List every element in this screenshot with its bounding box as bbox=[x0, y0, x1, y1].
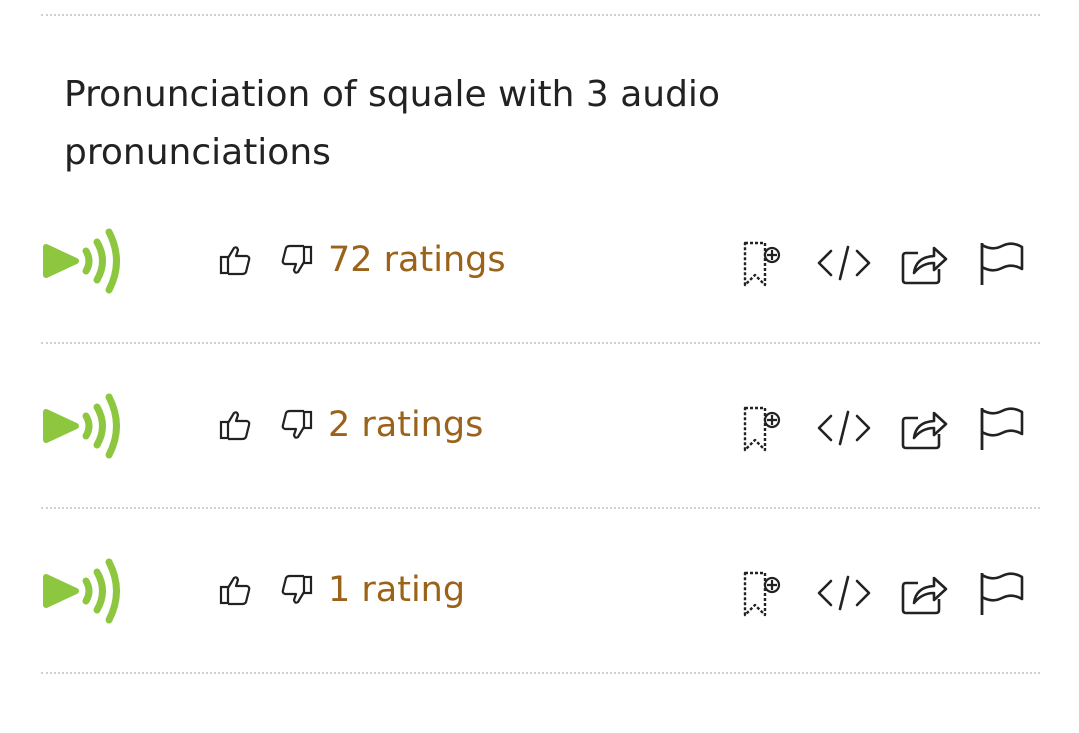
page-title: Pronunciation of squale with 3 audio pro… bbox=[64, 74, 720, 173]
flag-icon[interactable] bbox=[976, 569, 1024, 617]
top-divider bbox=[41, 14, 1040, 16]
bookmark-add-icon[interactable] bbox=[740, 239, 788, 287]
ratings-count: 1 rating bbox=[328, 570, 466, 610]
pronunciation-row: 1 rating bbox=[0, 546, 1079, 636]
thumbs-down-icon[interactable] bbox=[280, 408, 314, 442]
ratings-count: 72 ratings bbox=[328, 240, 506, 280]
bookmark-add-icon[interactable] bbox=[740, 569, 788, 617]
share-icon[interactable] bbox=[900, 569, 948, 617]
embed-code-icon[interactable] bbox=[817, 239, 871, 287]
share-icon[interactable] bbox=[900, 239, 948, 287]
play-audio-icon[interactable] bbox=[42, 554, 126, 628]
thumbs-up-icon[interactable] bbox=[218, 573, 252, 607]
pronunciation-row: 72 ratings bbox=[0, 216, 1079, 306]
row-divider bbox=[41, 672, 1040, 674]
flag-icon[interactable] bbox=[976, 239, 1024, 287]
thumbs-down-icon[interactable] bbox=[280, 243, 314, 277]
ratings-count: 2 ratings bbox=[328, 405, 484, 445]
play-audio-icon[interactable] bbox=[42, 389, 126, 463]
bookmark-add-icon[interactable] bbox=[740, 404, 788, 452]
pronunciation-row: 2 ratings bbox=[0, 381, 1079, 471]
play-audio-icon[interactable] bbox=[42, 224, 126, 298]
row-divider bbox=[41, 507, 1040, 509]
share-icon[interactable] bbox=[900, 404, 948, 452]
row-divider bbox=[41, 342, 1040, 344]
embed-code-icon[interactable] bbox=[817, 404, 871, 452]
thumbs-down-icon[interactable] bbox=[280, 573, 314, 607]
embed-code-icon[interactable] bbox=[817, 569, 871, 617]
thumbs-up-icon[interactable] bbox=[218, 408, 252, 442]
flag-icon[interactable] bbox=[976, 404, 1024, 452]
thumbs-up-icon[interactable] bbox=[218, 243, 252, 277]
